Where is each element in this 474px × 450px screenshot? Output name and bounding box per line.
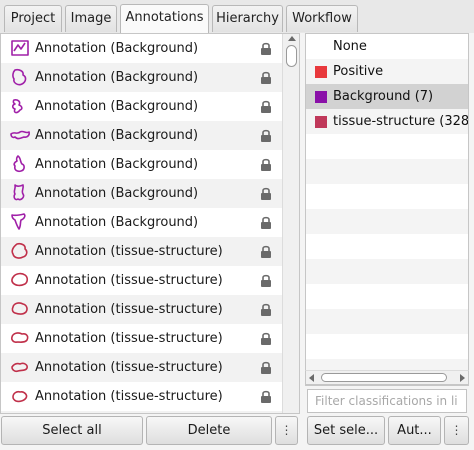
- annotation-shape-icon: [12, 390, 28, 403]
- annotation-label: Annotation (Background): [35, 41, 199, 56]
- lock-icon: [261, 129, 271, 142]
- annotation-label: Annotation (tissue-structure): [35, 389, 223, 404]
- tab-project[interactable]: Project: [4, 5, 62, 32]
- annotation-label: Annotation (Background): [35, 70, 199, 85]
- tab-bar: Project Image Annotations Hierarchy Work…: [0, 0, 474, 33]
- auto-set-button[interactable]: Aut...: [388, 416, 441, 445]
- classification-label: None: [333, 39, 367, 54]
- annotation-shape-icon: [12, 68, 27, 86]
- more-options-classification-button[interactable]: ⋮: [444, 416, 469, 445]
- classification-empty-row: [306, 134, 468, 159]
- classification-item[interactable]: tissue-structure (328): [306, 109, 468, 134]
- classification-empty-row: [306, 284, 468, 309]
- delete-button[interactable]: Delete: [146, 416, 272, 445]
- annotation-label: Annotation (Background): [35, 99, 199, 114]
- classification-empty-row: [306, 159, 468, 184]
- lock-icon: [261, 187, 271, 200]
- classification-item[interactable]: None: [306, 34, 468, 59]
- annotation-label: Annotation (tissue-structure): [35, 331, 223, 346]
- annotation-shape-icon: [11, 213, 26, 230]
- classification-empty-row: [306, 234, 468, 259]
- annotation-row[interactable]: Annotation (Background): [1, 34, 282, 63]
- vertical-scrollbar[interactable]: [282, 34, 299, 413]
- lock-icon: [261, 361, 271, 374]
- horizontal-scrollbar[interactable]: [305, 370, 469, 385]
- annotation-label: Annotation (tissue-structure): [35, 273, 223, 288]
- annotation-shape-icon: [11, 272, 29, 287]
- lock-icon: [261, 71, 271, 84]
- lock-icon: [261, 216, 271, 229]
- annotation-shape-icon: [10, 130, 30, 140]
- annotation-shape-icon: [13, 184, 25, 201]
- classification-empty-row: [306, 334, 468, 359]
- annotation-label: Annotation (tissue-structure): [35, 411, 223, 413]
- lock-icon: [261, 332, 271, 345]
- annotation-row[interactable]: Annotation (Background): [1, 92, 282, 121]
- annotation-label: Annotation (Background): [35, 128, 199, 143]
- lock-icon: [261, 42, 271, 55]
- classification-label: Background (7): [333, 89, 434, 104]
- classification-empty-row: [306, 259, 468, 284]
- annotation-shape-icon: [11, 99, 23, 114]
- scrollbar-thumb[interactable]: [321, 373, 447, 382]
- annotation-shape-icon: [11, 40, 29, 56]
- annotation-row[interactable]: Annotation (Background): [1, 121, 282, 150]
- annotation-shape-icon: [11, 362, 28, 373]
- classification-empty-row: [306, 209, 468, 234]
- lock-icon: [261, 303, 271, 316]
- classification-item[interactable]: Background (7): [306, 84, 468, 109]
- tab-hierarchy[interactable]: Hierarchy: [212, 5, 283, 32]
- classification-label: tissue-structure (328): [333, 114, 469, 129]
- annotation-row[interactable]: Annotation (Background): [1, 208, 282, 237]
- annotation-row[interactable]: Annotation (tissue-structure): [1, 382, 282, 411]
- classification-empty-row: [306, 184, 468, 209]
- scroll-left-arrow-icon[interactable]: [309, 374, 314, 382]
- annotation-row[interactable]: Annotation (Background): [1, 150, 282, 179]
- annotation-list[interactable]: Annotation (Background) Annotation (Back…: [0, 33, 300, 414]
- lock-icon: [261, 158, 271, 171]
- annotation-shape-icon: [11, 332, 29, 343]
- class-color-swatch: [315, 116, 327, 128]
- lock-icon: [261, 390, 271, 403]
- class-color-swatch: [315, 91, 327, 103]
- scrollbar-thumb[interactable]: [286, 45, 297, 67]
- annotation-row[interactable]: Annotation (tissue-structure): [1, 266, 282, 295]
- classification-list[interactable]: None Positive Background (7) tissue-structu…: [305, 33, 469, 386]
- tab-workflow[interactable]: Workflow: [286, 5, 358, 32]
- annotation-shape-icon: [13, 155, 25, 173]
- select-all-button[interactable]: Select all: [1, 416, 143, 445]
- classification-label: Positive: [333, 64, 384, 79]
- annotation-label: Annotation (Background): [35, 186, 199, 201]
- annotation-shape-icon: [11, 302, 28, 315]
- classification-empty-row: [306, 309, 468, 334]
- lock-icon: [261, 245, 271, 258]
- filter-classifications-input[interactable]: [307, 389, 467, 413]
- annotation-label: Annotation (tissue-structure): [35, 360, 223, 375]
- scroll-right-arrow-icon[interactable]: [460, 374, 465, 382]
- annotation-row[interactable]: Annotation (tissue-structure): [1, 295, 282, 324]
- annotation-label: Annotation (tissue-structure): [35, 244, 223, 259]
- more-options-button[interactable]: ⋮: [275, 416, 298, 445]
- class-color-swatch: [315, 66, 327, 78]
- annotation-label: Annotation (Background): [35, 157, 199, 172]
- tab-image[interactable]: Image: [65, 5, 117, 32]
- tab-annotations[interactable]: Annotations: [120, 4, 209, 33]
- lock-icon: [261, 274, 271, 287]
- annotation-row[interactable]: Annotation (tissue-structure): [1, 411, 282, 413]
- classification-item[interactable]: Positive: [306, 59, 468, 84]
- annotation-shape-icon: [11, 242, 28, 259]
- scroll-up-arrow-icon[interactable]: [288, 36, 296, 41]
- lock-icon: [261, 100, 271, 113]
- annotation-row[interactable]: Annotation (Background): [1, 179, 282, 208]
- annotation-row[interactable]: Annotation (tissue-structure): [1, 353, 282, 382]
- annotation-row[interactable]: Annotation (tissue-structure): [1, 237, 282, 266]
- annotation-label: Annotation (Background): [35, 215, 199, 230]
- annotation-label: Annotation (tissue-structure): [35, 302, 223, 317]
- annotation-row[interactable]: Annotation (tissue-structure): [1, 324, 282, 353]
- annotation-row[interactable]: Annotation (Background): [1, 63, 282, 92]
- set-selected-button[interactable]: Set sele...: [307, 416, 385, 445]
